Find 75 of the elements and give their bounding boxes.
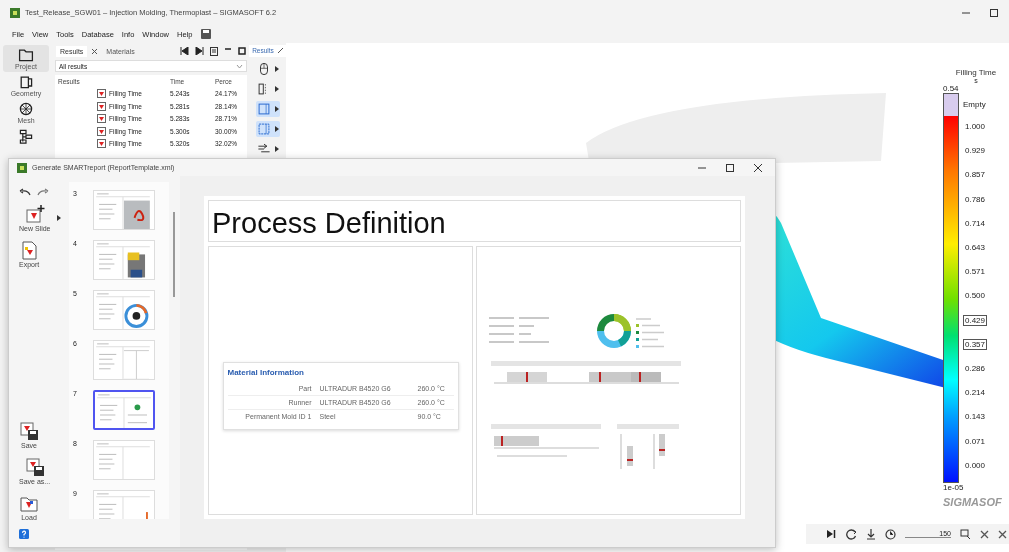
- result-chart-icon: [97, 114, 106, 124]
- view-tool-button[interactable]: [256, 121, 280, 137]
- clock-icon[interactable]: [885, 528, 896, 540]
- maximize-icon[interactable]: [725, 162, 735, 173]
- legend-value: 0.000: [964, 459, 987, 471]
- panel-icon: [257, 102, 271, 116]
- legend-min-value: 1e-05: [943, 483, 964, 492]
- app-logo-icon: [10, 7, 20, 18]
- help-icon[interactable]: [19, 529, 29, 539]
- donut-drawing: [596, 313, 631, 348]
- legend-value: 0.714: [964, 217, 987, 229]
- close-icon[interactable]: [980, 529, 989, 539]
- info-lines-drawing: [487, 316, 550, 343]
- skip-first-icon[interactable]: [180, 47, 189, 55]
- document-icon[interactable]: [210, 46, 218, 56]
- legend-value: 0.929: [964, 145, 987, 157]
- save-icon: [19, 421, 39, 441]
- legend-value: 0.071: [964, 435, 987, 447]
- card-heading: Material Information: [227, 367, 305, 377]
- tree-icon: [18, 128, 34, 144]
- caret-icon: [275, 126, 279, 132]
- legend-value: 0.571: [964, 266, 987, 278]
- caret-icon: [275, 146, 279, 152]
- step-icon[interactable]: [866, 528, 876, 540]
- close-icon[interactable]: [753, 162, 763, 173]
- result-chart-icon: [97, 101, 106, 111]
- legend-label: Empty: [963, 98, 987, 111]
- logo-text: SIGMASOF: [943, 496, 1002, 508]
- slide-thumbnail[interactable]: [93, 390, 155, 430]
- slide-title: Process Definition: [208, 200, 741, 242]
- view-tool-button[interactable]: [256, 81, 280, 97]
- legend-value: 0.857: [964, 169, 987, 181]
- mouse-icon: [257, 62, 271, 76]
- save-as-icon: [24, 457, 45, 477]
- legend-value: 1.000: [964, 121, 987, 132]
- caret-icon: [275, 86, 279, 92]
- caret-icon[interactable]: [56, 215, 61, 221]
- save-icon[interactable]: [200, 28, 213, 40]
- panel-icon: [257, 122, 271, 136]
- zoom-icon[interactable]: [960, 528, 971, 540]
- chevron-down-icon: [236, 63, 243, 69]
- refresh-icon[interactable]: [845, 528, 857, 540]
- legend-max-value: 0.54: [943, 84, 959, 93]
- cube-icon: [18, 74, 34, 90]
- legend-value: 0.643: [964, 242, 987, 253]
- legend-value: 0.500: [964, 290, 987, 302]
- legend-value: 0.786: [964, 193, 987, 205]
- caret-icon: [275, 106, 279, 112]
- result-chart-icon: [97, 89, 106, 99]
- close-icon[interactable]: [91, 47, 99, 55]
- legend-value: 0.429: [963, 314, 988, 326]
- redo-icon[interactable]: [37, 188, 49, 196]
- chart-legend-drawing: [634, 317, 665, 348]
- caret-icon: [275, 66, 279, 72]
- mesh-sphere-icon: [18, 101, 34, 117]
- legend-value: 0.143: [964, 411, 987, 423]
- folder-icon: [18, 47, 34, 63]
- export-document-icon: [19, 240, 40, 260]
- view-tool-button[interactable]: [256, 101, 280, 117]
- legend-value: 0.357: [963, 338, 988, 350]
- maximize-icon[interactable]: [989, 7, 999, 18]
- app-logo-icon: [17, 162, 27, 173]
- result-chart-icon: [97, 126, 106, 136]
- undo-icon[interactable]: [19, 188, 31, 196]
- result-chart-icon: [97, 139, 106, 149]
- skip-last-icon[interactable]: [195, 47, 204, 55]
- close-icon[interactable]: [998, 529, 1007, 539]
- bar-gauge-drawing: [616, 423, 679, 469]
- legend-value: 0.286: [964, 363, 987, 375]
- skip-last-icon[interactable]: [826, 529, 836, 539]
- legend-title: Filling Time: [955, 68, 997, 77]
- new-slide-icon: [24, 204, 45, 224]
- maximize-icon[interactable]: [238, 47, 246, 55]
- scrollbar-thumb[interactable]: [173, 212, 175, 297]
- legend-value: 0.214: [964, 387, 987, 399]
